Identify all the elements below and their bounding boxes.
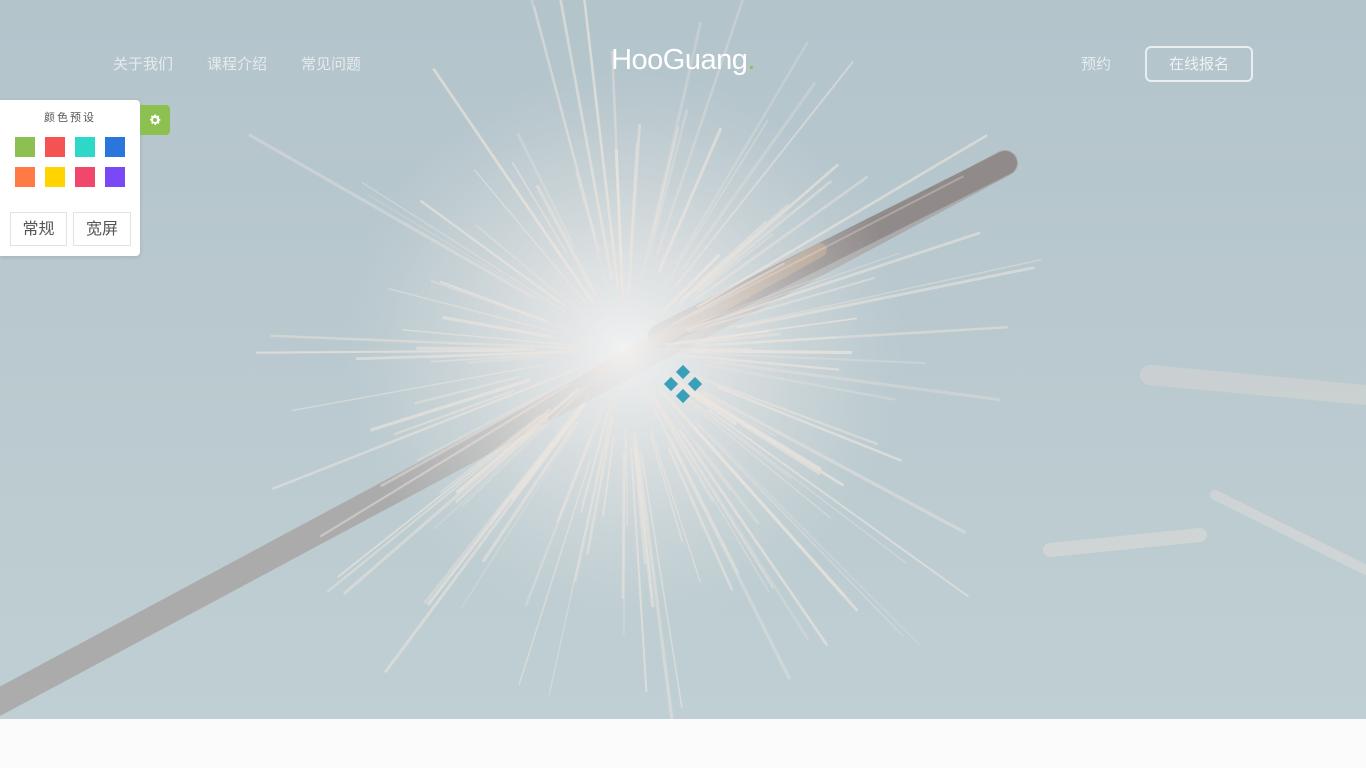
color-swatch-green[interactable] xyxy=(15,137,35,157)
loader-diamond-bottom xyxy=(675,388,691,404)
loader-diamond-top xyxy=(675,364,691,380)
loader-diamond-right xyxy=(687,376,703,392)
page-bottom-area xyxy=(0,719,1366,768)
color-preset-title: 颜色预设 xyxy=(44,111,96,124)
header-actions: 预约 在线报名 xyxy=(1081,46,1253,82)
color-swatch-orange[interactable] xyxy=(15,167,35,187)
layout-normal-button[interactable]: 常规 xyxy=(10,212,67,246)
panel-toggle-button[interactable] xyxy=(140,105,170,135)
brand-dot: . xyxy=(747,44,755,76)
loader-diamond-left xyxy=(663,376,679,392)
color-swatch-blue[interactable] xyxy=(105,137,125,157)
color-swatch-purple[interactable] xyxy=(105,167,125,187)
color-swatch-red[interactable] xyxy=(45,137,65,157)
sparkler-background-image xyxy=(0,0,1366,719)
nav-link-reserve[interactable]: 预约 xyxy=(1081,46,1111,82)
layout-wide-button[interactable]: 宽屏 xyxy=(73,212,131,246)
loading-diamonds-icon xyxy=(663,364,703,404)
color-swatch-pink[interactable] xyxy=(75,167,95,187)
spark-streak xyxy=(690,349,853,355)
brand-name: HooGuang xyxy=(611,44,748,76)
color-swatch-teal[interactable] xyxy=(75,137,95,157)
hero-section: 关于我们 课程介绍 常见问题 HooGuang. 预约 在线报名 xyxy=(0,0,1366,719)
color-swatch-yellow[interactable] xyxy=(45,167,65,187)
spark-streak xyxy=(416,346,535,351)
gear-icon xyxy=(150,114,161,125)
online-signup-button[interactable]: 在线报名 xyxy=(1145,46,1253,82)
color-preset-panel: 颜色预设 常规 宽屏 xyxy=(0,100,140,256)
spark-streak xyxy=(621,452,626,599)
